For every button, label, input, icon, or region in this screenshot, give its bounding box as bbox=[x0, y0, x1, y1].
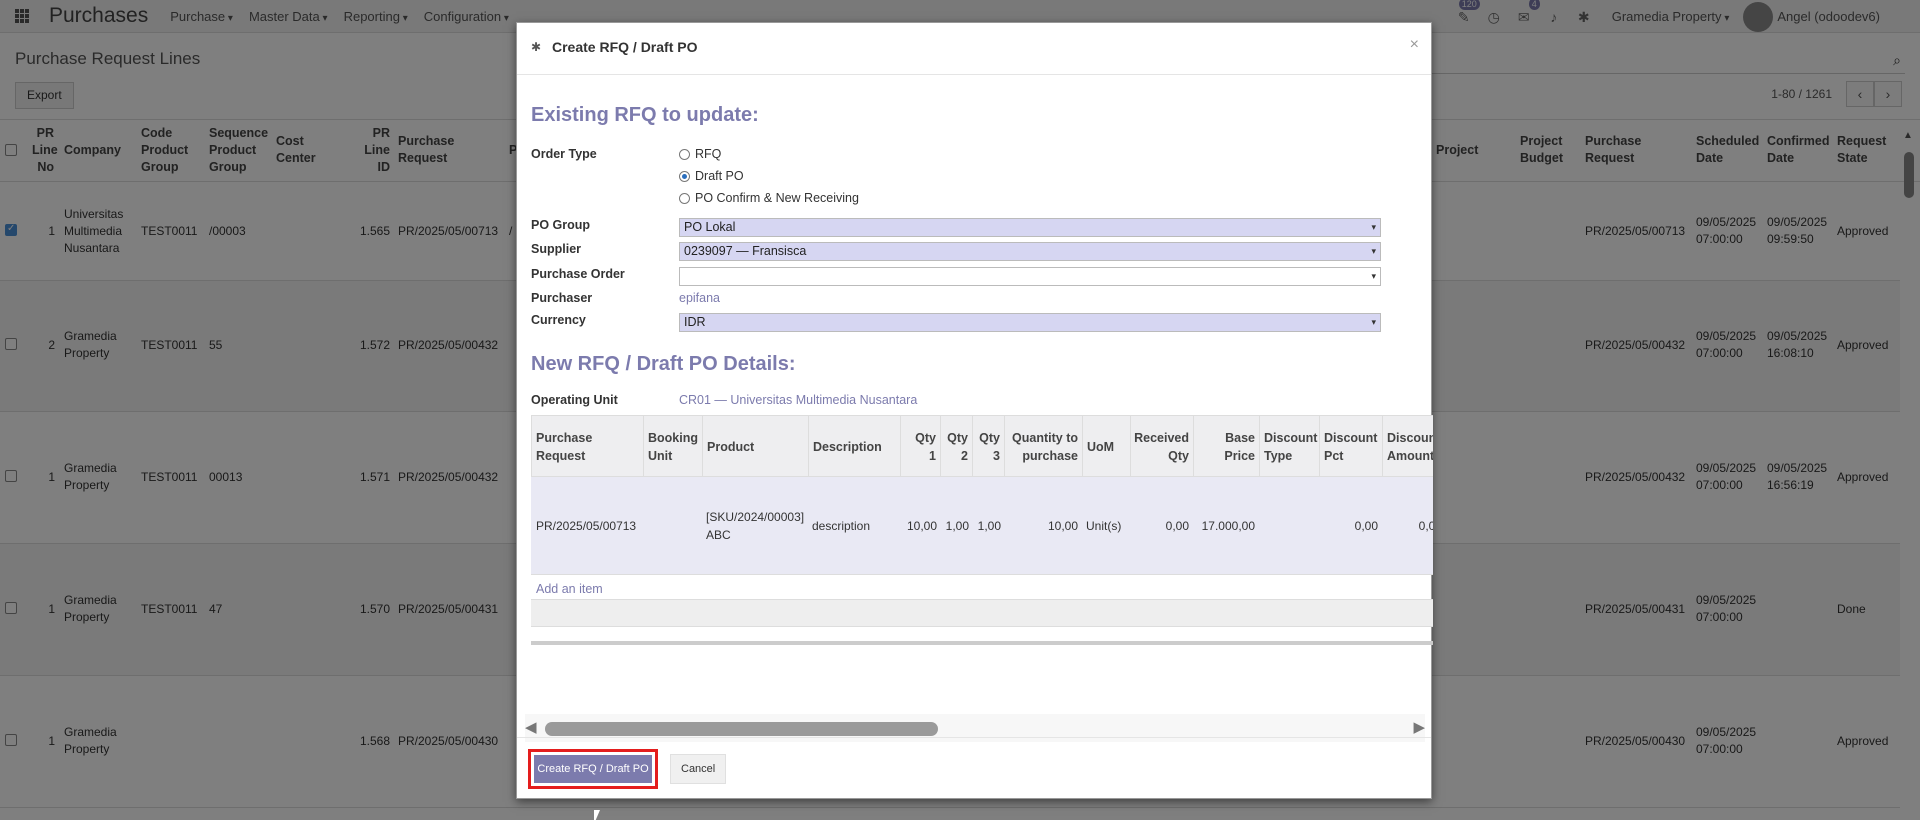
lines-footer-bar bbox=[531, 641, 1433, 645]
radio-draft-po[interactable] bbox=[679, 170, 690, 182]
chevron-down-icon: ▾ bbox=[1371, 246, 1376, 256]
supplier-value: 0239097 — Fransisca bbox=[684, 244, 807, 258]
col-received-qty[interactable]: Received Qty bbox=[1131, 416, 1194, 478]
scroll-right-icon[interactable]: ▶ bbox=[1413, 718, 1425, 736]
col-discount-amount[interactable]: Discount Amount bbox=[1383, 416, 1433, 478]
col-discount-pct[interactable]: Discount Pct bbox=[1320, 416, 1383, 478]
section-new-rfq-details: New RFQ / Draft PO Details: bbox=[531, 353, 796, 375]
line-discount-amount: 0,00 bbox=[1418, 519, 1433, 533]
po-group-label: PO Group bbox=[531, 218, 591, 232]
line-description: description bbox=[812, 519, 871, 533]
lines-footer bbox=[531, 599, 1433, 627]
radio-rfq[interactable] bbox=[679, 148, 690, 160]
line-product: [SKU/2024/00003] ABC bbox=[706, 510, 805, 542]
line-discount-pct: 0,00 bbox=[1354, 519, 1378, 533]
section-existing-rfq: Existing RFQ to update: bbox=[531, 104, 759, 126]
radio-rfq-label: RFQ bbox=[695, 147, 722, 161]
line-uom: Unit(s) bbox=[1086, 519, 1122, 533]
chevron-down-icon: ▾ bbox=[1371, 271, 1376, 281]
po-group-select[interactable]: PO Lokal ▾ bbox=[679, 218, 1381, 237]
radio-po-confirm[interactable] bbox=[679, 192, 690, 204]
currency-select[interactable]: IDR ▾ bbox=[679, 313, 1381, 332]
radio-draft-po-label: Draft PO bbox=[695, 169, 744, 183]
bug-icon: ✱ bbox=[531, 40, 542, 54]
line-qty2: 1,00 bbox=[945, 519, 969, 533]
scroll-left-icon[interactable]: ◀ bbox=[525, 718, 537, 736]
order-type-draft-po[interactable]: Draft PO bbox=[679, 169, 744, 183]
col-booking-unit[interactable]: Booking Unit bbox=[644, 416, 703, 478]
purchaser-label: Purchaser bbox=[531, 291, 593, 305]
horizontal-scroll-thumb[interactable] bbox=[545, 722, 938, 736]
create-rfq-button[interactable]: Create RFQ / Draft PO bbox=[528, 749, 658, 789]
line-base-price: 17.000,00 bbox=[1201, 519, 1255, 533]
operating-unit-link[interactable]: CR01 — Universitas Multimedia Nusantara bbox=[679, 393, 917, 407]
modal-footer: Create RFQ / Draft PO Cancel bbox=[517, 737, 1431, 798]
col-base-price[interactable]: Base Price bbox=[1194, 416, 1260, 478]
col-qty3[interactable]: Qty 3 bbox=[973, 416, 1005, 478]
radio-po-confirm-label: PO Confirm & New Receiving bbox=[695, 191, 859, 205]
purchase-order-label: Purchase Order bbox=[531, 267, 625, 281]
add-item-link[interactable]: Add an item bbox=[536, 582, 603, 596]
currency-value: IDR bbox=[684, 315, 706, 329]
create-rfq-button-label: Create RFQ / Draft PO bbox=[534, 755, 652, 783]
currency-label: Currency bbox=[531, 313, 586, 327]
purchase-order-select[interactable]: ▾ bbox=[679, 267, 1381, 286]
operating-unit-label: Operating Unit bbox=[531, 393, 618, 407]
line-quantity-to-purchase: 10,00 bbox=[1047, 519, 1078, 533]
line-received-qty: 0,00 bbox=[1165, 519, 1189, 533]
order-type-label: Order Type bbox=[531, 147, 597, 161]
po-group-value: PO Lokal bbox=[684, 220, 736, 234]
line-purchase-request: PR/2025/05/00713 bbox=[536, 519, 637, 533]
col-quantity-to-purchase[interactable]: Quantity to purchase bbox=[1005, 416, 1083, 478]
col-uom[interactable]: UoM bbox=[1083, 416, 1131, 478]
col-qty2[interactable]: Qty 2 bbox=[941, 416, 973, 478]
col-description[interactable]: Description bbox=[809, 416, 901, 478]
close-icon[interactable]: × bbox=[1410, 36, 1419, 54]
col-qty1[interactable]: Qty 1 bbox=[901, 416, 941, 478]
line-qty1: 10,00 bbox=[906, 519, 937, 533]
col-discount-type[interactable]: Discount Type bbox=[1260, 416, 1320, 478]
create-rfq-dialog: ✱ Create RFQ / Draft PO × Existing RFQ t… bbox=[516, 22, 1433, 799]
modal-title: Create RFQ / Draft PO bbox=[552, 39, 698, 55]
col-product[interactable]: Product bbox=[703, 416, 809, 478]
supplier-label: Supplier bbox=[531, 242, 582, 256]
order-type-rfq[interactable]: RFQ bbox=[679, 147, 721, 161]
modal-header: ✱ Create RFQ / Draft PO × bbox=[517, 23, 1431, 75]
cancel-button[interactable]: Cancel bbox=[670, 754, 727, 784]
order-line-row[interactable]: PR/2025/05/00713 [SKU/2024/00003] ABC de… bbox=[531, 477, 1433, 575]
order-lines-header: Purchase Request Booking Unit Product De… bbox=[531, 415, 1433, 478]
order-lines-table: Purchase Request Booking Unit Product De… bbox=[531, 415, 1433, 645]
chevron-down-icon: ▾ bbox=[1371, 222, 1376, 232]
col-purchase-request[interactable]: Purchase Request bbox=[532, 416, 644, 478]
line-qty3: 1,00 bbox=[977, 519, 1001, 533]
mouse-cursor-icon bbox=[594, 810, 600, 820]
purchaser-link[interactable]: epifana bbox=[679, 291, 720, 305]
order-type-po-confirm[interactable]: PO Confirm & New Receiving bbox=[679, 191, 859, 205]
chevron-down-icon: ▾ bbox=[1371, 317, 1376, 327]
supplier-select[interactable]: 0239097 — Fransisca ▾ bbox=[679, 242, 1381, 261]
